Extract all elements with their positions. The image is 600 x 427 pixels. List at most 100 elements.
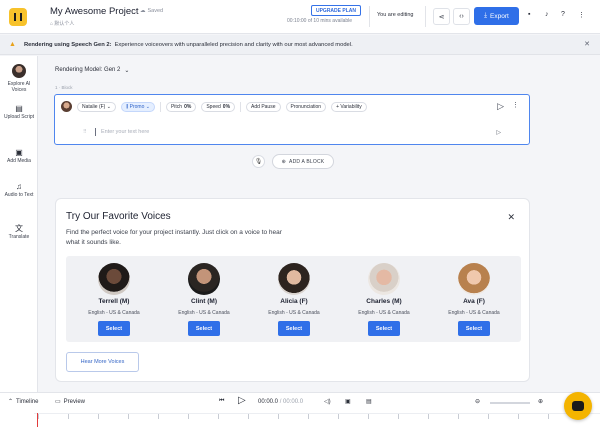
workspace-label: ⌂ 默认个人 — [50, 21, 75, 27]
style-selector[interactable]: ⫼ Promo ⌄ — [120, 101, 155, 112]
zoom-in-icon[interactable]: ⊕ — [538, 398, 543, 405]
play-icon[interactable]: ▷ — [238, 395, 246, 406]
chat-support-button[interactable] — [564, 392, 592, 420]
preview-label: Preview — [63, 398, 86, 405]
sidebar-item-explore-voices[interactable]: Explore AI Voices — [0, 64, 38, 93]
voice-card[interactable]: Charles (M) English - US & Canada Select — [344, 256, 424, 342]
microphone-button[interactable]: 🎙 — [252, 155, 265, 168]
close-icon[interactable]: ✕ — [584, 40, 590, 48]
ruler-tick — [128, 414, 129, 419]
pitch-control[interactable]: Pitch 0% — [165, 101, 197, 112]
plus-circle-icon: ⊕ — [281, 158, 287, 165]
add-block-button[interactable]: ⊕ ADD A BLOCK — [272, 154, 334, 169]
clapper-icon[interactable]: ▣ — [345, 398, 351, 405]
ruler-tick — [338, 414, 339, 419]
rendering-model-dropdown[interactable]: Rendering Model: Gen 2 ⌄ — [55, 67, 129, 74]
select-voice-button[interactable]: Select — [368, 321, 400, 336]
voice-language: English - US & Canada — [358, 310, 410, 316]
sidebar-item-upload-script[interactable]: ▤ Upload Script — [0, 104, 38, 121]
timeline-ruler[interactable] — [34, 413, 600, 427]
folder-icon: ▣ — [15, 148, 23, 157]
upgrade-plan-button[interactable]: UPGRADE PLAN — [311, 5, 361, 16]
card-title: Try Our Favorite Voices — [66, 211, 171, 222]
ruler-tick — [398, 414, 399, 419]
select-voice-button[interactable]: Select — [278, 321, 310, 336]
voice-photo — [368, 263, 400, 295]
voice-card[interactable]: Alicia (F) English - US & Canada Select — [254, 256, 334, 342]
style-label: Promo — [129, 103, 145, 110]
bell-icon[interactable]: ♪ — [545, 11, 549, 18]
variability-button[interactable]: + Variability — [331, 101, 367, 112]
menu-icon[interactable]: ⋮ — [578, 11, 585, 19]
preview-button[interactable]: ▭ Preview — [55, 398, 86, 406]
app-logo[interactable] — [9, 8, 27, 26]
voice-name: Natalie (F) — [82, 103, 106, 110]
text-placeholder: Enter your text here — [101, 129, 150, 135]
timecode: 00:00.0 / 00:00.0 — [258, 399, 303, 405]
zoom-slider[interactable] — [490, 402, 530, 404]
sidebar-item-add-media[interactable]: ▣ Add Media — [0, 148, 38, 165]
voice-card[interactable]: Clint (M) English - US & Canada Select — [164, 256, 244, 342]
speed-control[interactable]: Speed 0% — [201, 101, 236, 112]
play-block-icon[interactable]: ▷ — [496, 129, 501, 136]
select-voice-button[interactable]: Select — [98, 321, 130, 336]
text-block-editor[interactable]: Natalie (F) ⌄ ⫼ Promo ⌄ Pitch 0% Speed 0% … — [54, 94, 530, 145]
speed-value: 0% — [222, 103, 231, 110]
close-icon[interactable]: ✕ — [507, 212, 515, 223]
more-options-icon[interactable]: ⋮ — [512, 101, 519, 109]
pronunciation-button[interactable]: Pronunciation — [285, 101, 327, 112]
document-icon: ▤ — [15, 104, 23, 113]
minutes-available: 00:10:00 of 10 mins available — [287, 18, 353, 24]
ruler-tick — [428, 414, 429, 419]
saved-status: ☁ Saved — [140, 8, 163, 14]
export-button[interactable]: ⤓ Export — [474, 7, 519, 25]
chat-icon[interactable]: ▪ — [528, 11, 530, 18]
drag-handle-icon[interactable]: ⠿ — [83, 129, 87, 135]
ruler-tick — [278, 414, 279, 419]
select-voice-button[interactable]: Select — [458, 321, 490, 336]
share-icon: ⋖ — [438, 13, 445, 21]
divider — [240, 101, 242, 112]
ruler-tick — [548, 414, 549, 419]
project-title[interactable]: My Awesome Project — [50, 6, 139, 17]
embed-button[interactable]: ‹› — [453, 8, 470, 25]
voice-selector[interactable]: Natalie (F) ⌄ — [77, 101, 116, 112]
export-label: Export — [490, 12, 509, 20]
hear-more-voices-button[interactable]: Hear More Voices — [66, 352, 139, 372]
current-time: 00:00.0 — [258, 399, 279, 405]
voice-card[interactable]: Ava (F) English - US & Canada Select — [434, 256, 514, 342]
timeline-toggle[interactable]: ⌃ Timeline — [8, 398, 39, 406]
zoom-out-icon[interactable]: ⊖ — [475, 398, 480, 405]
banner-text: Experience voiceovers with unparalleled … — [114, 41, 353, 48]
play-icon[interactable]: ▷ — [497, 101, 504, 112]
help-icon[interactable]: ? — [561, 11, 565, 18]
skip-back-icon[interactable]: ⏮ — [219, 398, 224, 405]
ruler-tick — [248, 414, 249, 419]
player-bar: ⌃ Timeline ▭ Preview ⏮ ▷ 00:00.0 / 00:00… — [0, 392, 600, 427]
cloud-icon: ☁ — [140, 8, 146, 14]
voice-language: English - US & Canada — [178, 310, 230, 316]
share-button[interactable]: ⋖ — [433, 8, 450, 25]
voice-name: Clint (M) — [191, 298, 217, 305]
add-pause-button[interactable]: Add Pause — [246, 101, 281, 112]
voice-language: English - US & Canada — [268, 310, 320, 316]
sidebar-item-translate[interactable]: 文 Translate — [0, 225, 38, 241]
rendering-model-label: Rendering Model: Gen 2 — [55, 67, 121, 73]
sidebar-item-audio-to-text[interactable]: ♫ Audio to Text — [0, 183, 38, 199]
playhead[interactable] — [37, 413, 38, 427]
ruler-tick — [368, 414, 369, 419]
ruler-tick — [518, 414, 519, 419]
captions-icon[interactable]: ▤ — [366, 398, 372, 405]
voice-name: Terrell (M) — [98, 298, 130, 305]
banner-title: Rendering using Speech Gen 2: — [23, 41, 112, 48]
voice-card[interactable]: Terrell (M) English - US & Canada Select — [74, 256, 154, 342]
timeline-label: Timeline — [16, 398, 39, 405]
sidebar-item-label: Upload Script — [3, 114, 34, 120]
volume-icon[interactable]: ◁) — [324, 398, 331, 405]
variability-label: Variability — [340, 103, 362, 110]
divider — [159, 101, 161, 112]
voice-photo — [188, 263, 220, 295]
text-input[interactable]: Enter your text here — [95, 128, 149, 136]
divider — [425, 6, 426, 27]
select-voice-button[interactable]: Select — [188, 321, 220, 336]
